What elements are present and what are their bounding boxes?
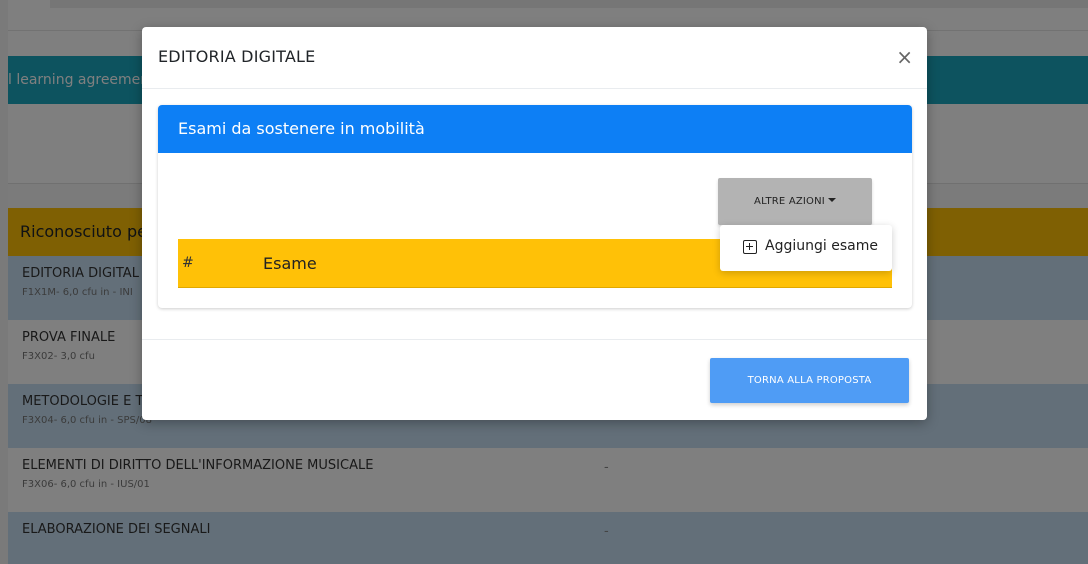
column-header-number: #: [182, 255, 194, 271]
close-icon[interactable]: ×: [896, 45, 913, 69]
exams-card: Esami da sostenere in mobilità ALTRE AZI…: [158, 105, 912, 308]
caret-down-icon: [827, 198, 836, 202]
back-to-proposal-button[interactable]: TORNA ALLA PROPOSTA: [710, 358, 909, 403]
modal-footer: TORNA ALLA PROPOSTA: [142, 339, 927, 420]
plus-square-icon: [743, 240, 757, 254]
card-title: Esami da sostenere in mobilità: [158, 105, 912, 153]
add-exam-label: Aggiungi esame: [765, 238, 878, 254]
course-modal: EDITORIA DIGITALE × Esami da sostenere i…: [142, 27, 927, 420]
modal-header: EDITORIA DIGITALE ×: [142, 27, 927, 89]
column-header-exam: Esame: [263, 254, 317, 273]
more-actions-label: ALTRE AZIONI: [754, 196, 825, 207]
actions-dropdown-menu: Aggiungi esame: [720, 225, 892, 271]
add-exam-menu-item[interactable]: Aggiungi esame: [720, 225, 892, 271]
more-actions-button[interactable]: ALTRE AZIONI: [718, 178, 872, 225]
modal-body: Esami da sostenere in mobilità ALTRE AZI…: [142, 89, 927, 339]
modal-title: EDITORIA DIGITALE: [158, 47, 316, 66]
